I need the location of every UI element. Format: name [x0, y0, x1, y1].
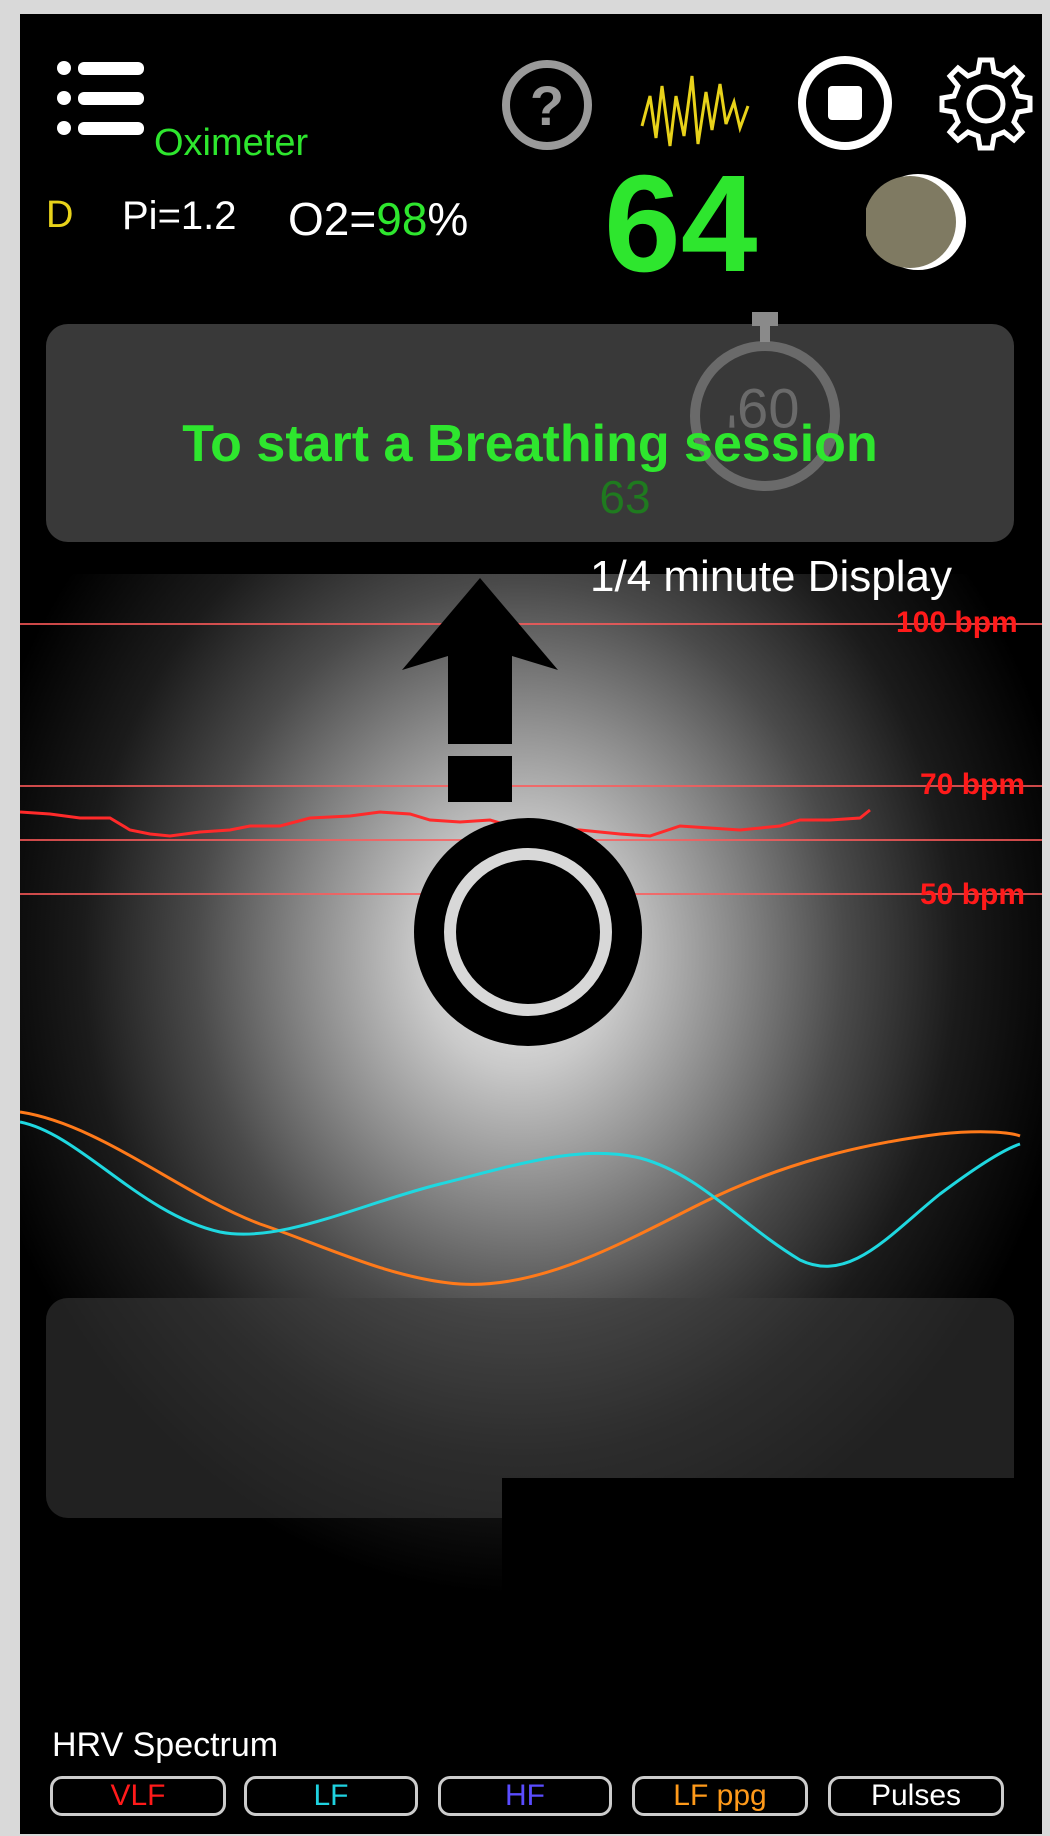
app-screen: Oximeter ? D Pi=1.2 O2=98% 64 09' To sta… [20, 14, 1042, 1834]
hrv-button-hf-label: HF [505, 1779, 545, 1812]
hrv-button-lf-ppg-label: LF ppg [673, 1779, 767, 1812]
hrv-button-hf[interactable]: HF [438, 1776, 612, 1816]
display-range-label[interactable]: 1/4 minute Display [590, 552, 952, 602]
help-icon[interactable]: ? [500, 58, 594, 152]
session-sub-value: 63 [599, 471, 651, 523]
black-overlay-block [502, 1478, 1042, 1748]
o2-value: 98 [376, 193, 428, 245]
o2-prefix: O2= [288, 193, 377, 245]
hrv-button-lf-label: LF [313, 1779, 349, 1812]
menu-icon[interactable] [56, 54, 148, 144]
gear-icon[interactable] [936, 54, 1036, 154]
o2-suffix: % [427, 193, 469, 245]
hrv-button-lf[interactable]: LF [244, 1776, 418, 1816]
hr-label-100: 100 bpm [896, 606, 1018, 639]
moon-icon[interactable] [864, 170, 970, 274]
hrv-wave-chart [20, 1110, 1021, 1286]
o2-readout: O2=98% [288, 192, 468, 246]
hrv-button-pulses-label: Pulses [870, 1779, 962, 1812]
svg-text:?: ? [530, 74, 564, 137]
session-message[interactable]: To start a Breathing session [46, 414, 1014, 474]
hrv-button-vlf[interactable]: VLF [50, 1776, 226, 1816]
pi-value: Pi=1.2 [122, 194, 237, 238]
orange-wave [20, 1110, 1021, 1286]
hrv-button-pulses[interactable]: Pulses [828, 1776, 1004, 1816]
heart-rate-value: 64 [604, 147, 758, 301]
hr-label-70: 70 bpm [920, 768, 1026, 801]
cyan-wave [20, 1120, 1021, 1268]
hrv-title: HRV Spectrum [52, 1726, 279, 1764]
start-session-arrow-icon[interactable] [390, 574, 570, 814]
hrv-button-vlf-label: VLF [110, 1779, 166, 1812]
app-name: Oximeter [154, 122, 309, 164]
start-button[interactable] [410, 814, 646, 1050]
mode-indicator: D [46, 194, 74, 236]
hrv-button-lf-ppg[interactable]: LF ppg [632, 1776, 808, 1816]
stop-icon[interactable] [796, 54, 894, 152]
hr-label-50: 50 bpm [920, 878, 1026, 911]
waveform-icon[interactable] [640, 66, 750, 158]
